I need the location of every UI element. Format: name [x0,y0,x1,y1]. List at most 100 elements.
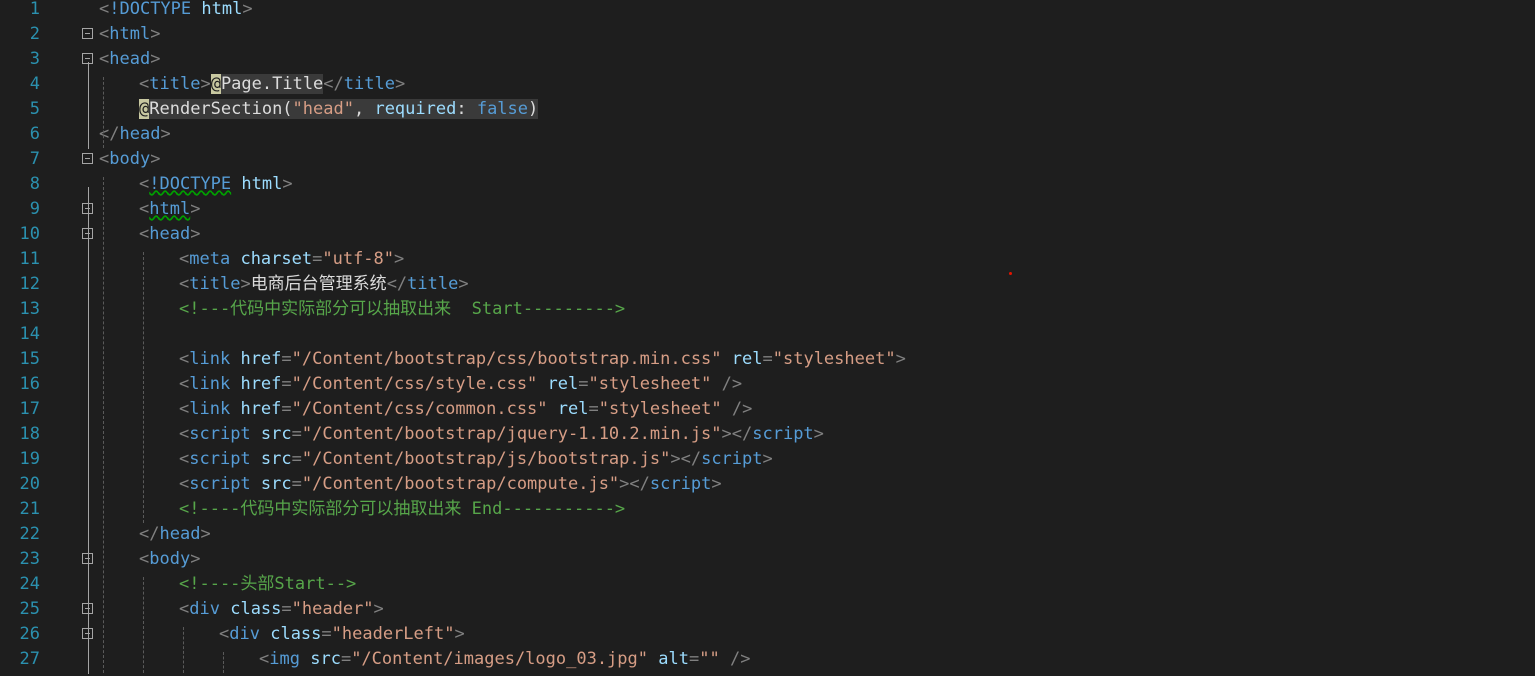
code-line[interactable]: 21 <!----代码中实际部分可以抽取出来 End-----------> [0,497,1535,522]
code-token: ) [528,99,539,119]
code-editor[interactable]: 1 <!DOCTYPE html> 2 <html> 3 <head> 4 <title>@P… [0,0,1535,676]
code-line[interactable]: 6 </head> [0,122,1535,147]
code-token: div [189,599,220,619]
code-token: src [260,424,292,444]
code-token: = [281,599,292,619]
code-text: <link href="/Content/css/common.css" rel… [179,397,752,422]
code-token: < [139,199,150,219]
code-line[interactable]: 9 <html> [0,197,1535,222]
code-token: html [201,0,243,19]
code-token: 电商后台管理系统 [250,274,387,294]
line-number: 1 [29,0,40,19]
code-line[interactable]: 19 <script src="/Content/bootstrap/js/boo… [0,447,1535,472]
code-line[interactable]: 8 <!DOCTYPE html> [0,172,1535,197]
code-text: <!----头部Start--> [179,572,356,597]
code-line[interactable]: 27 <img src="/Content/images/logo_03.jpg"… [0,647,1535,672]
code-token: < [179,449,190,469]
outline-line [88,637,89,674]
code-token: > [458,274,469,294]
code-line[interactable]: 4 <title>@Page.Title</title> [0,72,1535,97]
line-number: 3 [29,49,40,69]
code-token: = [281,374,292,394]
code-text: <title>电商后台管理系统</title> [179,272,469,297]
code-token: < [99,24,110,44]
line-number: 21 [19,499,40,519]
line-number: 26 [19,624,40,644]
code-token: RenderSection( [149,99,293,119]
code-token: title [343,74,395,94]
code-token: charset [240,249,313,269]
code-token: html [149,199,191,219]
code-token: </ [323,74,344,94]
code-token: "" [699,649,720,669]
code-token: < [179,249,190,269]
indent-guide [143,252,144,523]
code-line[interactable]: 16 <link href="/Content/css/style.css" re… [0,372,1535,397]
code-line[interactable]: 10 <head> [0,222,1535,247]
code-text: <div class="headerLeft"> [219,622,465,647]
code-token: ></ [721,424,753,444]
code-token: < [99,149,110,169]
code-token: head [119,124,161,144]
code-text: <!DOCTYPE html> [139,172,293,197]
code-line[interactable]: 13 <!---代码中实际部分可以抽取出来 Start---------> [0,297,1535,322]
code-line[interactable]: 3 <head> [0,47,1535,72]
code-line[interactable]: 5 @RenderSection("head", required: false) [0,97,1535,122]
code-text: <script src="/Content/bootstrap/jquery-1… [179,422,824,447]
code-token: < [99,0,110,19]
line-number: 4 [29,74,40,94]
code-text: <script src="/Content/bootstrap/js/boots… [179,447,773,472]
code-text: <body> [139,547,200,572]
code-token: meta [189,249,231,269]
code-token: = [291,449,302,469]
code-text: <link href="/Content/bootstrap/css/boots… [179,347,906,372]
code-token: "head" [292,99,354,119]
code-token: = [321,624,332,644]
code-token: script [189,474,251,494]
line-number: 6 [29,124,40,144]
code-line[interactable]: 14 [0,322,1535,347]
code-line[interactable]: 25 <div class="header"> [0,597,1535,622]
code-token: > [282,174,293,194]
code-token: > [373,599,384,619]
code-token: > [190,199,201,219]
code-line[interactable]: 11 <meta charset="utf-8"> [0,247,1535,272]
code-text: <!---代码中实际部分可以抽取出来 Start---------> [179,297,625,322]
line-number: 8 [29,174,40,194]
line-number: 19 [19,449,40,469]
code-token: "/Content/bootstrap/css/bootstrap.min.cs… [291,349,722,369]
code-line[interactable]: 24 <!----头部Start--> [0,572,1535,597]
outline-line [88,62,89,149]
line-number: 5 [29,99,40,119]
line-number: 25 [19,599,40,619]
code-line[interactable]: 12 <title>电商后台管理系统</title> [0,272,1535,297]
code-token: "header" [291,599,374,619]
code-line[interactable]: 23 <body> [0,547,1535,572]
code-line[interactable]: 22 </head> [0,522,1535,547]
code-token: <!---代码中实际部分可以抽取出来 Start---------> [179,299,626,319]
code-token: html [109,24,151,44]
code-line[interactable]: 26 <div class="headerLeft"> [0,622,1535,647]
code-line[interactable]: 7 <body> [0,147,1535,172]
code-line[interactable]: 15 <link href="/Content/bootstrap/css/boo… [0,347,1535,372]
code-token: src [310,649,341,669]
code-line[interactable]: 17 <link href="/Content/css/common.css" r… [0,397,1535,422]
code-line[interactable]: 2 <html> [0,22,1535,47]
collapse-icon[interactable] [82,28,93,39]
code-line[interactable]: 20 <script src="/Content/bootstrap/comput… [0,472,1535,497]
code-token: class [230,599,282,619]
code-line[interactable]: 18 <script src="/Content/bootstrap/jquery… [0,422,1535,447]
code-token: < [139,74,150,94]
collapse-icon[interactable] [82,153,93,164]
code-token: link [189,349,231,369]
code-line[interactable]: 1 <!DOCTYPE html> [0,0,1535,22]
line-number: 20 [19,474,40,494]
code-token: /> [731,399,753,419]
code-token: > [394,249,405,269]
